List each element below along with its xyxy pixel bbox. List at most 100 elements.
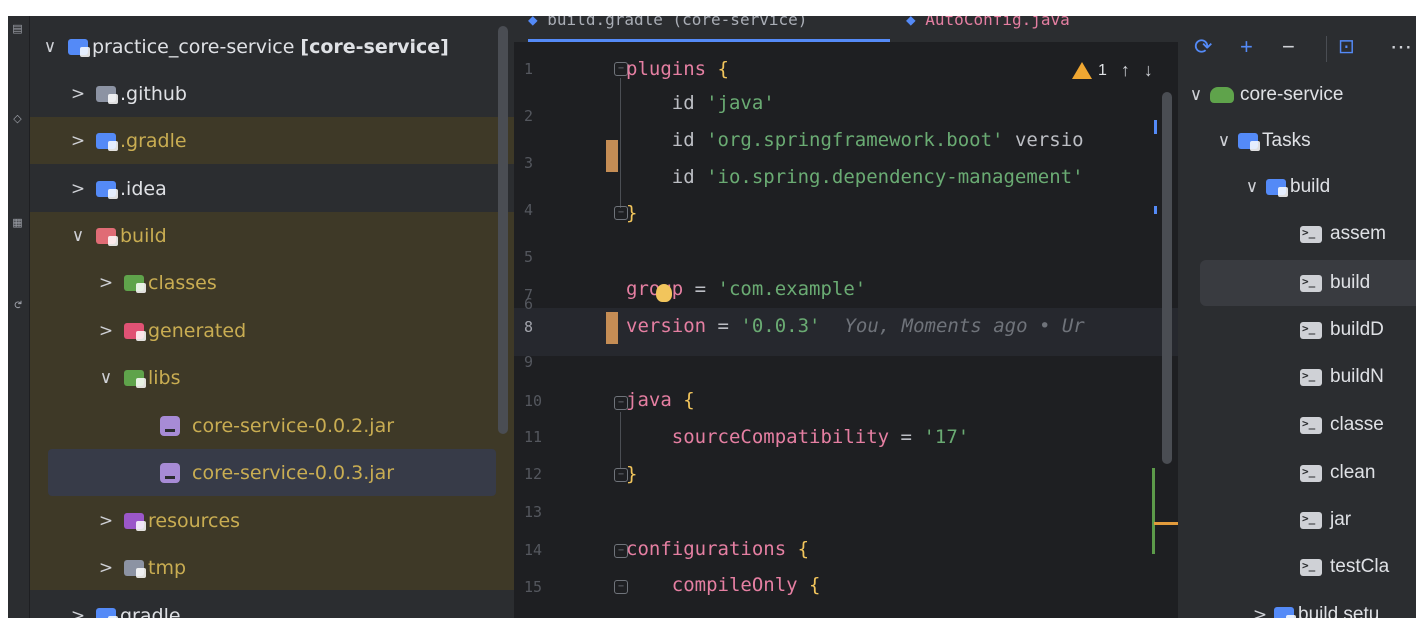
chevron-down-icon[interactable]: ∨: [1242, 177, 1262, 197]
code-line-10: java {: [626, 389, 695, 411]
gradle-task-clean[interactable]: clean: [1178, 450, 1416, 496]
gradle-task-builddependents[interactable]: buildD: [1178, 307, 1416, 353]
tool-window-strip: ▤ ◇ ▦ ↻: [8, 16, 30, 618]
gradle-file-icon: ◆: [528, 16, 538, 29]
lightbulb-icon[interactable]: [656, 284, 672, 302]
gradle-build-group[interactable]: ∨ build: [1178, 164, 1416, 210]
gradle-task-buildneeded[interactable]: buildN: [1178, 354, 1416, 400]
tree-item-label: .gradle: [120, 129, 187, 152]
chevron-down-icon[interactable]: ∨: [96, 368, 116, 388]
gradle-task-assemble[interactable]: assem: [1178, 211, 1416, 257]
project-tool-icon[interactable]: ▤: [11, 22, 24, 35]
tab-build-gradle[interactable]: ◆ build.gradle (core-service): [528, 16, 890, 42]
arrow-up-icon[interactable]: ↑: [1121, 60, 1130, 81]
chevron-right-icon[interactable]: >: [68, 84, 88, 104]
github-folder-icon: [96, 85, 118, 104]
tree-item-label: build: [120, 224, 167, 247]
chevron-down-icon[interactable]: ∨: [1214, 131, 1234, 151]
terminal-icon: [1300, 225, 1322, 243]
tree-item-resources[interactable]: > resources: [30, 497, 514, 544]
tree-scrollbar[interactable]: [498, 26, 508, 434]
chevron-right-icon[interactable]: >: [96, 321, 116, 341]
code-line-3: id 'org.springframework.boot' versio: [626, 129, 1084, 151]
structure-tool-icon[interactable]: ▦: [11, 216, 24, 229]
add-icon[interactable]: +: [1240, 34, 1253, 60]
tree-item-idea[interactable]: > .idea: [30, 165, 514, 212]
fold-guide: [620, 412, 621, 468]
libs-folder-icon: [124, 369, 146, 388]
tab-autoconfig[interactable]: ◆ AutoConfig.java: [906, 16, 1166, 42]
tree-item-label: generated: [148, 319, 247, 342]
task-label: assem: [1330, 223, 1386, 244]
chevron-right-icon[interactable]: >: [68, 179, 88, 199]
vcs-change-marker[interactable]: [606, 312, 618, 344]
root-label: practice_core-service: [92, 35, 295, 58]
tree-item-tmp[interactable]: > tmp: [30, 544, 514, 591]
terminal-icon: [1300, 511, 1322, 529]
gradle-task-testclasses[interactable]: testCla: [1178, 544, 1416, 590]
tree-item-jar-002[interactable]: core-service-0.0.2.jar: [30, 402, 514, 449]
jar-icon: [160, 462, 180, 483]
reload-icon[interactable]: ⟳: [1194, 34, 1212, 60]
fold-guide: [620, 78, 621, 208]
code-editor[interactable]: ◆ build.gradle (core-service) ◆ AutoConf…: [514, 16, 1178, 618]
code-line-8: version = '0.0.3' You, Moments ago • Ur: [626, 315, 1085, 337]
problems-indicator[interactable]: 1 ↑ ↓: [1072, 60, 1153, 81]
line-number: 1: [524, 60, 534, 78]
gradle-task-classes[interactable]: classe: [1178, 402, 1416, 448]
collapse-icon[interactable]: −: [1282, 34, 1295, 60]
tree-item-classes[interactable]: > classes: [30, 259, 514, 306]
run-task-icon[interactable]: ⊡: [1338, 34, 1355, 59]
resources-folder-icon: [124, 512, 146, 531]
chevron-down-icon[interactable]: ∨: [1186, 85, 1206, 105]
chevron-right-icon[interactable]: >: [96, 511, 116, 531]
gradle-root-label: core-service: [1240, 84, 1344, 105]
tree-item-generated[interactable]: > generated: [30, 307, 514, 354]
tree-root[interactable]: ∨ practice_core-service [core-service]: [30, 23, 514, 70]
code-line-12: }: [626, 463, 638, 485]
bookmarks-tool-icon[interactable]: ↻: [11, 300, 24, 309]
chevron-right-icon[interactable]: >: [68, 131, 88, 151]
gradle-tasks-group[interactable]: ∨ Tasks: [1178, 118, 1416, 164]
arrow-down-icon[interactable]: ↓: [1144, 60, 1153, 81]
tree-item-gradle[interactable]: > gradle: [30, 592, 514, 618]
gradle-task-build[interactable]: build: [1200, 260, 1416, 306]
task-label: clean: [1330, 462, 1376, 483]
line-number: 15: [524, 578, 543, 596]
chevron-down-icon[interactable]: ∨: [68, 226, 88, 246]
gradle-task-jar[interactable]: jar: [1178, 497, 1416, 543]
chevron-right-icon[interactable]: >: [68, 606, 88, 619]
gradle-folder-icon: [96, 132, 118, 151]
vcs-change-marker[interactable]: [606, 140, 618, 172]
java-file-icon: ◆: [906, 16, 916, 29]
build-folder-icon: [96, 227, 118, 246]
tasks-folder-icon: [1274, 607, 1296, 618]
tree-item-label: .idea: [120, 177, 167, 200]
editor-scrollbar[interactable]: [1162, 92, 1172, 464]
chevron-right-icon[interactable]: >: [96, 273, 116, 293]
code-line-1: plugins {: [626, 58, 729, 80]
chevron-right-icon[interactable]: >: [1250, 605, 1270, 618]
tree-item-label: core-service-0.0.2.jar: [192, 414, 395, 437]
module-folder-icon: [68, 38, 90, 57]
gradle-root[interactable]: ∨ core-service: [1178, 72, 1416, 118]
task-label: buildD: [1330, 319, 1384, 340]
line-number: 9: [524, 353, 534, 371]
scroll-marker: [1154, 120, 1157, 134]
tree-item-gradle-dir[interactable]: > .gradle: [30, 117, 514, 164]
tree-item-jar-003[interactable]: core-service-0.0.3.jar: [48, 449, 496, 496]
tree-item-github[interactable]: > .github: [30, 70, 514, 117]
tree-item-build[interactable]: ∨ build: [30, 212, 514, 259]
commit-tool-icon[interactable]: ◇: [11, 112, 24, 125]
more-icon[interactable]: ⋯: [1390, 34, 1412, 60]
generated-folder-icon: [124, 322, 146, 341]
tree-item-label: .github: [120, 82, 187, 105]
tab-label: AutoConfig.java: [925, 16, 1070, 29]
tree-item-label: libs: [148, 366, 181, 389]
chevron-down-icon[interactable]: ∨: [40, 37, 60, 57]
gradle-build-setup-group[interactable]: > build setu: [1178, 592, 1416, 618]
code-line-11: sourceCompatibility = '17': [626, 426, 970, 448]
tree-item-libs[interactable]: ∨ libs: [30, 354, 514, 401]
gradle-build-label: build: [1290, 176, 1331, 197]
chevron-right-icon[interactable]: >: [96, 558, 116, 578]
